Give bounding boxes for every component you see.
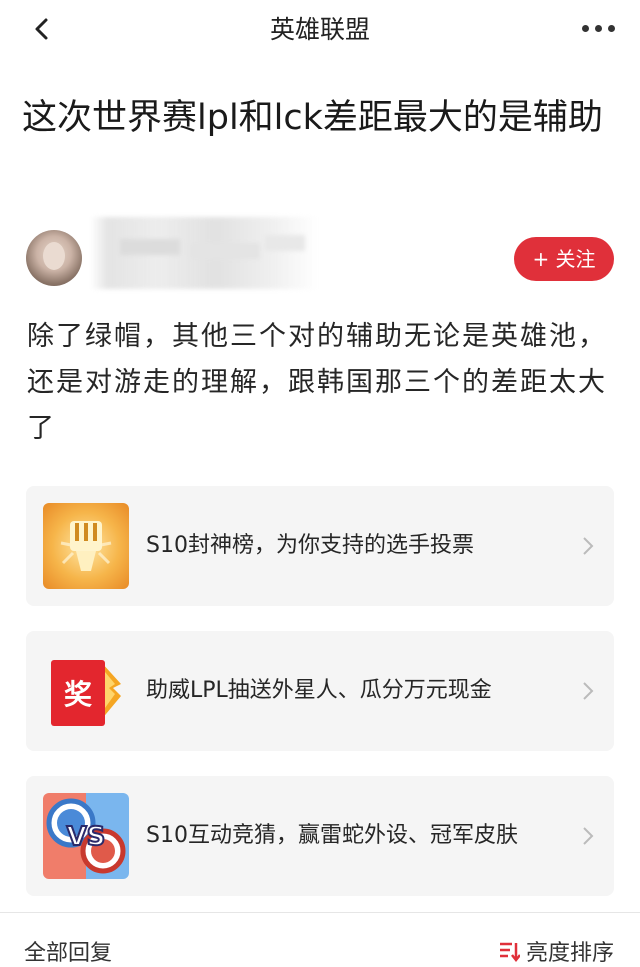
promo-card-label: S10互动竞猜，赢雷蛇外设、冠军皮肤 bbox=[146, 823, 518, 848]
post-title: 这次世界赛lpl和lck差距最大的是辅助 bbox=[22, 98, 603, 138]
promo-card-cheer[interactable]: 奖 助威LPL抽送外星人、瓜分万元现金 bbox=[26, 631, 614, 751]
chevron-right-icon bbox=[583, 827, 594, 845]
avatar[interactable] bbox=[26, 230, 82, 286]
sort-icon[interactable] bbox=[498, 940, 520, 962]
trophy-fork-icon bbox=[43, 503, 129, 589]
vs-chips-icon: VS bbox=[43, 793, 129, 879]
svg-text:奖: 奖 bbox=[64, 678, 92, 711]
red-envelope-prize-icon: 奖 bbox=[43, 648, 129, 734]
promo-card-vote[interactable]: S10封神榜，为你支持的选手投票 bbox=[26, 486, 614, 606]
author-row: + 关注 bbox=[26, 217, 616, 289]
all-replies-label: 全部回复 bbox=[24, 941, 113, 966]
promo-card-label: 助威LPL抽送外星人、瓜分万元现金 bbox=[146, 678, 492, 703]
blurred-username bbox=[90, 217, 318, 289]
top-nav-bar: 英雄联盟 bbox=[0, 0, 640, 60]
sort-button[interactable]: 亮度排序 bbox=[526, 935, 614, 967]
more-dots-icon[interactable] bbox=[582, 22, 618, 34]
divider bbox=[0, 912, 640, 913]
chevron-right-icon bbox=[583, 537, 594, 555]
chevron-right-icon bbox=[583, 682, 594, 700]
follow-button[interactable]: + 关注 bbox=[514, 237, 614, 281]
post-body: 除了绿帽，其他三个对的辅助无论是英雄池，还是对游走的理解，跟韩国那三个的差距太大… bbox=[27, 321, 607, 444]
page-title: 英雄联盟 bbox=[269, 15, 370, 44]
promo-card-quiz[interactable]: VS S10互动竞猜，赢雷蛇外设、冠军皮肤 bbox=[26, 776, 614, 896]
promo-card-label: S10封神榜，为你支持的选手投票 bbox=[146, 533, 474, 558]
svg-text:VS: VS bbox=[67, 822, 106, 852]
